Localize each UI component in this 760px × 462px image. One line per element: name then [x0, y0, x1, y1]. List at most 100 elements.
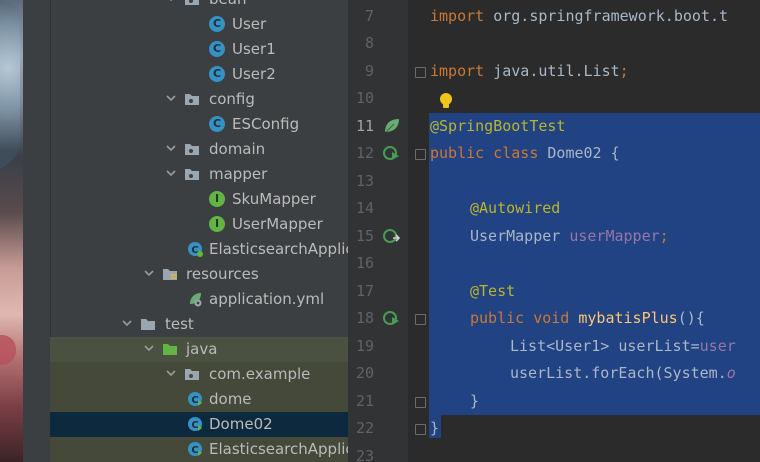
class-icon: C	[209, 41, 225, 57]
code-text: Dome02 {	[547, 144, 620, 162]
chevron-down-icon[interactable]	[164, 141, 178, 155]
tree-label: bean	[209, 0, 246, 9]
chevron-down-icon[interactable]	[142, 341, 156, 355]
class-icon: C	[209, 16, 225, 32]
chevron-down-icon[interactable]	[164, 0, 178, 5]
background-photo-lips	[0, 335, 16, 365]
line-number: 13	[355, 172, 374, 190]
tree-label: Dome02	[209, 415, 273, 433]
package-icon	[185, 369, 199, 380]
project-tree-panel[interactable]: bean C User C User1 C User2 config C ESC…	[23, 0, 348, 462]
interface-icon: I	[209, 191, 225, 207]
fold-marker[interactable]	[415, 67, 426, 78]
code-editor[interactable]: 7 8 9 10 11 12 13 14 15 16 17 18 19 20 2…	[348, 0, 760, 462]
tree-row-java[interactable]: java	[50, 337, 348, 362]
field-name: user	[699, 337, 736, 355]
code-line-9[interactable]: import java.util.List;	[430, 62, 629, 81]
tree-label: SkuMapper	[232, 190, 316, 208]
tree-label: User1	[232, 40, 276, 58]
chevron-down-icon[interactable]	[120, 316, 134, 330]
tree-row-usermapper[interactable]: I UserMapper	[50, 212, 348, 237]
package-folder-icon	[185, 169, 199, 180]
code-line-19[interactable]: List<User1> userList=user	[510, 337, 736, 356]
line-number-current: 11	[355, 117, 374, 135]
tree-row-user[interactable]: C User	[50, 12, 348, 37]
package-folder-icon	[185, 144, 199, 155]
test-class-icon: C	[188, 442, 202, 456]
tree-row-esconfig[interactable]: C ESConfig	[50, 112, 348, 137]
tree-row-elasticsearch-application[interactable]: C ElasticsearchApplic	[50, 237, 348, 262]
tree-label: User	[232, 15, 267, 33]
folder-icon	[185, 0, 199, 5]
tree-row-dome[interactable]: C dome	[50, 387, 348, 412]
lightbulb-icon[interactable]	[438, 92, 454, 110]
code-line-18[interactable]: public void mybatisPlus(){	[470, 309, 705, 328]
line-number-gutter[interactable]: 7 8 9 10 11 12 13 14 15 16 17 18 19 20 2…	[348, 0, 426, 462]
semicolon: ;	[659, 227, 669, 245]
chevron-down-icon[interactable]	[164, 91, 178, 105]
tree-row-resources[interactable]: resources	[50, 262, 348, 287]
tree-row-mapper[interactable]: mapper	[50, 162, 348, 187]
keyword: void	[533, 309, 579, 327]
tree-label: resources	[186, 265, 259, 283]
line-number: 22	[355, 419, 374, 437]
run-test-icon[interactable]	[383, 309, 401, 327]
code-line-12[interactable]: public class Dome02 {	[430, 144, 620, 163]
tree-row-dome02[interactable]: C Dome02	[50, 412, 348, 437]
fold-marker[interactable]	[415, 314, 426, 325]
line-number: 17	[355, 282, 374, 300]
tree-row-skumapper[interactable]: I SkuMapper	[50, 187, 348, 212]
spring-boot-class-icon: C	[188, 242, 203, 257]
code-line-11[interactable]: @SpringBootTest	[430, 117, 565, 136]
test-source-folder-icon	[163, 344, 177, 355]
tree-row-application-yml[interactable]: application.yml	[50, 287, 348, 312]
navigate-implementation-icon[interactable]	[383, 227, 401, 245]
run-test-icon[interactable]	[383, 144, 401, 162]
code-line-14[interactable]: @Autowired	[470, 199, 560, 218]
tree-row-com-example[interactable]: com.example	[50, 362, 348, 387]
keyword: public	[470, 309, 534, 327]
tree-label: ESConfig	[232, 115, 300, 133]
line-number: 19	[355, 337, 374, 355]
line-number: 20	[355, 364, 374, 382]
fold-marker[interactable]	[415, 397, 426, 408]
code-text: }	[430, 419, 440, 437]
field-name: userMapper	[569, 227, 660, 245]
tree-label: domain	[209, 140, 266, 158]
background-photo-hair	[0, 0, 20, 170]
code-line-7[interactable]: import org.springframework.boot.t	[430, 7, 728, 26]
code-line-21[interactable]: }	[470, 392, 479, 411]
line-number: 16	[355, 254, 374, 272]
chevron-down-icon[interactable]	[164, 366, 178, 380]
tree-row-user2[interactable]: C User2	[50, 62, 348, 87]
tree-row-domain[interactable]: domain	[50, 137, 348, 162]
code-line-20[interactable]: userList.forEach(System.o	[510, 364, 736, 383]
chevron-down-icon[interactable]	[164, 166, 178, 180]
line-number: 14	[355, 199, 374, 217]
tree-label: mapper	[209, 165, 268, 183]
tree-row-config[interactable]: config	[50, 87, 348, 112]
tree-label: ElasticsearchApplic	[209, 240, 348, 258]
line-number: 9	[364, 62, 374, 80]
chevron-down-icon[interactable]	[142, 266, 156, 280]
tree-row-test[interactable]: test	[50, 312, 348, 337]
code-line-15[interactable]: UserMapper userMapper;	[470, 227, 669, 246]
test-class-icon: C	[188, 417, 202, 431]
code-line-22[interactable]: }	[430, 419, 439, 438]
line-number: 12	[355, 144, 374, 162]
folder-icon	[141, 319, 155, 330]
fold-marker[interactable]	[415, 149, 426, 160]
fold-marker[interactable]	[415, 424, 426, 435]
tree-label: java	[186, 340, 218, 358]
line-number: 15	[355, 227, 374, 245]
keyword: class	[493, 144, 548, 162]
code-line-17[interactable]: @Test	[470, 282, 515, 301]
spring-bean-icon[interactable]	[383, 117, 401, 135]
code-text: userList.forEach(System.	[510, 364, 727, 382]
code-text: (){	[677, 309, 705, 327]
yaml-config-icon	[190, 293, 202, 307]
tree-row-bean[interactable]: bean	[50, 0, 348, 12]
tree-row-elasticsearch-application-tests[interactable]: C ElasticsearchApplic	[50, 437, 348, 462]
tree-row-user1[interactable]: C User1	[50, 37, 348, 62]
tree-label: test	[165, 315, 194, 333]
